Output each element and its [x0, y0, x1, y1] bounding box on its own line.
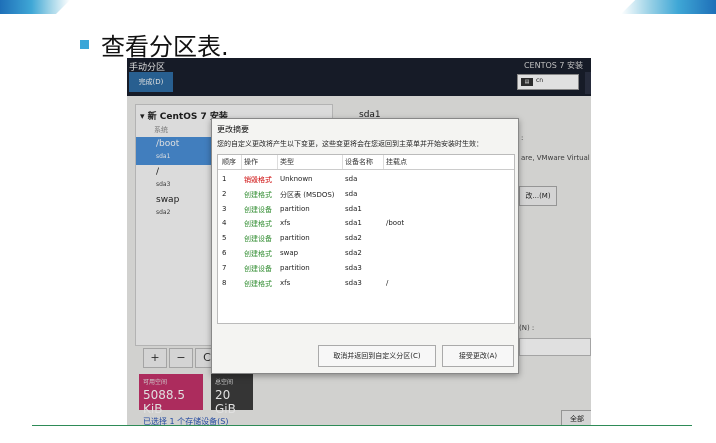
cell-action: 创建格式: [244, 220, 272, 229]
cell-order: 5: [222, 234, 227, 243]
change-summary-dialog: 更改摘要 您的自定义更改将产生以下变更，这些变更将会在您返回到主菜单并开始安装时…: [211, 118, 519, 374]
cell-order: 2: [222, 189, 227, 198]
cell-device: sda2: [345, 234, 362, 243]
table-row[interactable]: 8 创建格式 xfs sda3 /: [218, 277, 514, 291]
cell-type: partition: [280, 234, 310, 243]
dialog-description: 您的自定义更改将产生以下变更，这些变更将会在您返回到主菜单并开始安装时生效：: [217, 140, 483, 148]
cell-type: 分区表 (MSDOS): [280, 190, 335, 199]
cell-mount: /boot: [386, 219, 405, 228]
cell-order: 8: [222, 278, 227, 287]
slide-footer-rule: [32, 425, 692, 426]
column-header-order: 顺序: [222, 158, 236, 166]
cell-order: 3: [222, 204, 227, 213]
accept-changes-button[interactable]: 接受更改(A): [442, 345, 514, 367]
cell-type: xfs: [280, 219, 291, 228]
cell-action: 创建设备: [244, 205, 272, 214]
slide-decoration-right: [621, 0, 716, 14]
table-row[interactable]: 7 创建设备 partition sda3: [218, 262, 514, 276]
table-row[interactable]: 1 销毁格式 Unknown sda: [218, 173, 514, 187]
column-divider: [383, 155, 384, 169]
slide-title: 查看分区表.: [101, 33, 229, 61]
column-header-action: 操作: [244, 158, 258, 166]
cell-device: sda2: [345, 249, 362, 257]
table-row[interactable]: 5 创建设备 partition sda2: [218, 232, 514, 246]
cell-action: 创建格式: [244, 190, 272, 199]
cancel-and-return-button[interactable]: 取消并返回到自定义分区(C): [318, 345, 436, 367]
cell-type: xfs: [280, 278, 291, 287]
cell-action: 创建设备: [244, 235, 272, 244]
column-header-device: 设备名称: [345, 158, 373, 166]
cell-order: 4: [222, 219, 227, 228]
table-row[interactable]: 2 创建格式 分区表 (MSDOS) sda: [218, 188, 514, 202]
column-header-mount: 挂载点: [386, 158, 407, 166]
cell-type: Unknown: [280, 175, 313, 183]
cell-type: partition: [280, 263, 310, 272]
table-row[interactable]: 6 创建格式 swap sda2: [218, 247, 514, 261]
column-header-type: 类型: [280, 158, 294, 166]
cell-action: 创建格式: [244, 250, 272, 258]
installer-screenshot: 手动分区 完成(D) CENTOS 7 安装 ▤ cn ▾ 新 CentOS 7…: [127, 58, 591, 425]
cell-order: 7: [222, 263, 227, 272]
cell-device: sda1: [345, 204, 362, 213]
cell-action: 销毁格式: [244, 176, 272, 184]
header-divider: [218, 169, 514, 170]
cell-device: sda: [345, 175, 358, 183]
cell-device: sda3: [345, 278, 362, 287]
bullet-icon: [80, 40, 89, 49]
column-divider: [277, 155, 278, 169]
cell-action: 创建设备: [244, 264, 272, 273]
cell-action: 创建格式: [244, 279, 272, 288]
table-row[interactable]: 4 创建格式 xfs sda1/boot: [218, 217, 514, 231]
column-divider: [241, 155, 242, 169]
cell-type: partition: [280, 204, 310, 213]
cell-device: sda3: [345, 263, 362, 272]
cell-device: sda1: [345, 219, 362, 228]
cell-mount: /: [386, 278, 389, 287]
cell-order: 1: [222, 175, 227, 183]
cell-type: swap: [280, 249, 299, 257]
column-divider: [342, 155, 343, 169]
cell-order: 6: [222, 249, 227, 257]
slide-decoration-left: [0, 0, 70, 14]
cell-device: sda: [345, 189, 358, 198]
changes-table: 顺序 操作 类型 设备名称 挂载点 1 销毁格式 Unknown sda 2 创建格式 分区…: [217, 154, 515, 324]
dialog-title: 更改摘要: [217, 125, 249, 134]
table-row[interactable]: 3 创建设备 partition sda1: [218, 203, 514, 217]
